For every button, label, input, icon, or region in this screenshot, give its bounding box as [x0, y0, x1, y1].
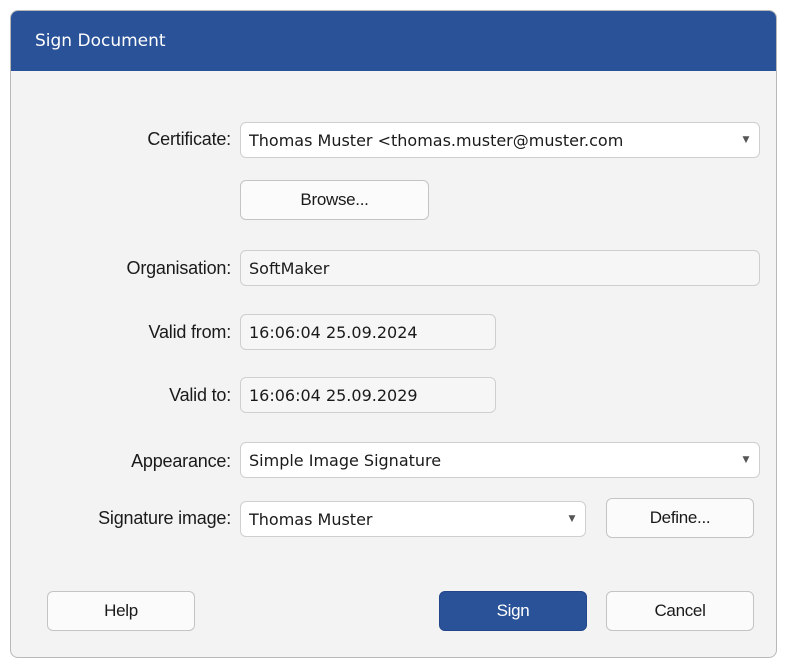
- appearance-label: Appearance:: [131, 451, 231, 471]
- signature-image-value: Thomas Muster: [249, 509, 373, 529]
- help-button[interactable]: Help: [47, 591, 195, 631]
- organisation-label: Organisation:: [126, 258, 232, 278]
- valid-from-field: 16:06:04 25.09.2024: [240, 314, 496, 350]
- valid-to-value: 16:06:04 25.09.2029: [249, 385, 418, 405]
- chevron-down-icon: ▼: [733, 135, 759, 145]
- cancel-button[interactable]: Cancel: [606, 591, 754, 631]
- certificate-label: Certificate:: [147, 129, 231, 149]
- browse-button[interactable]: Browse...: [240, 180, 429, 220]
- appearance-value: Simple Image Signature: [249, 450, 442, 470]
- define-button[interactable]: Define...: [606, 498, 754, 538]
- certificate-value: Thomas Muster <thomas.muster@muster.com: [249, 130, 624, 150]
- organisation-field: SoftMaker: [240, 250, 760, 286]
- valid-from-label: Valid from:: [148, 322, 232, 342]
- organisation-value: SoftMaker: [249, 258, 330, 278]
- sign-document-dialog: Sign Document Certificate: Thomas Muster…: [10, 10, 777, 658]
- sign-button[interactable]: Sign: [439, 591, 587, 631]
- signature-image-dropdown[interactable]: Thomas Muster ▼: [240, 501, 586, 537]
- signature-image-label: Signature image:: [98, 508, 231, 528]
- chevron-down-icon: ▼: [559, 514, 585, 524]
- valid-from-value: 16:06:04 25.09.2024: [249, 322, 418, 342]
- dialog-title: Sign Document: [35, 31, 166, 51]
- certificate-dropdown[interactable]: Thomas Muster <thomas.muster@muster.com …: [240, 122, 760, 158]
- appearance-dropdown[interactable]: Simple Image Signature ▼: [240, 442, 760, 478]
- dialog-titlebar: Sign Document: [11, 11, 776, 71]
- chevron-down-icon: ▼: [733, 455, 759, 465]
- valid-to-label: Valid to:: [169, 385, 231, 405]
- valid-to-field: 16:06:04 25.09.2029: [240, 377, 496, 413]
